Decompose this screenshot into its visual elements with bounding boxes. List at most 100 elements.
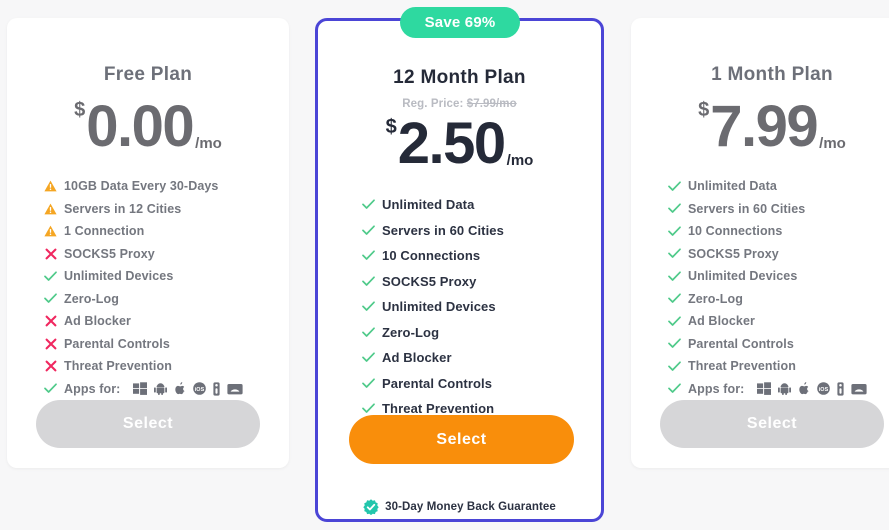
- feature-item: 10 Connections: [361, 243, 601, 269]
- feature-list: Unlimited Data Servers in 60 Cities 10 C…: [631, 175, 889, 400]
- check-icon: [361, 249, 376, 263]
- check-icon: [361, 351, 376, 365]
- ios-icon: iOS: [193, 382, 207, 396]
- feature-item: Unlimited Devices: [667, 265, 889, 288]
- currency-symbol: $: [74, 99, 86, 121]
- feature-label: Unlimited Devices: [688, 269, 798, 284]
- price-period: /mo: [819, 135, 846, 152]
- feature-item: 10 Connections: [667, 220, 889, 243]
- guarantee-seal-icon: [363, 499, 379, 515]
- warning-icon: [43, 224, 58, 238]
- platform-icons: iOS: [750, 382, 868, 396]
- check-icon: [667, 359, 682, 373]
- feature-label: 10 Connections: [688, 224, 783, 239]
- regular-price: Reg. Price: $7.99/mo: [318, 98, 601, 110]
- router-icon: [227, 383, 244, 395]
- platform-icons: iOS: [126, 382, 244, 396]
- money-back-guarantee: 30-Day Money Back Guarantee: [318, 499, 601, 515]
- plan-title: Free Plan: [103, 64, 193, 85]
- regular-price-label: Reg. Price:: [402, 98, 467, 110]
- check-icon: [667, 337, 682, 351]
- plan-title: 12 Month Plan: [393, 67, 526, 88]
- check-icon: [667, 247, 682, 261]
- price-amount: 0.00: [86, 94, 194, 159]
- plan-title: 1 Month Plan: [711, 64, 833, 85]
- feature-item: Zero-Log: [667, 288, 889, 311]
- check-icon: [43, 382, 58, 396]
- feature-item: Threat Prevention: [667, 355, 889, 378]
- currency-symbol: $: [385, 116, 397, 138]
- firestick-icon: [213, 382, 221, 396]
- feature-item: Parental Controls: [43, 333, 289, 356]
- feature-item: Ad Blocker: [361, 345, 601, 371]
- feature-item: 10GB Data Every 30-Days: [43, 175, 289, 198]
- price-amount: 2.50: [397, 111, 506, 176]
- select-button[interactable]: Select: [36, 400, 260, 448]
- cross-icon: [43, 359, 58, 373]
- plan-card-1-month-plan[interactable]: 1 Month Plan $ 7.99 /mo Unlimited Data S…: [631, 18, 889, 468]
- warning-icon: [43, 202, 58, 216]
- feature-label: Servers in 60 Cities: [382, 222, 504, 238]
- plan-card-12-month-plan[interactable]: 12 Month Plan Reg. Price: $7.99/mo $ 2.5…: [315, 18, 604, 522]
- apple-icon: [174, 382, 186, 395]
- apps-for-label: Apps for:: [688, 381, 745, 396]
- feature-item: Unlimited Devices: [43, 265, 289, 288]
- svg-text:iOS: iOS: [195, 387, 205, 393]
- regular-price-value: $7.99/mo: [466, 98, 517, 110]
- feature-list: Unlimited Data Servers in 60 Cities 10 C…: [318, 192, 601, 447]
- android-icon: [154, 382, 168, 396]
- feature-label: Ad Blocker: [382, 350, 452, 366]
- feature-label: Servers in 60 Cities: [688, 201, 806, 216]
- warning-icon: [43, 179, 58, 193]
- guarantee-label: 30-Day Money Back Guarantee: [385, 501, 556, 513]
- feature-item: 1 Connection: [43, 220, 289, 243]
- feature-label: Parental Controls: [688, 336, 794, 351]
- feature-item: Unlimited Devices: [361, 294, 601, 320]
- apps-for-label: Apps for:: [64, 381, 121, 396]
- check-icon: [43, 292, 58, 306]
- feature-label: 10GB Data Every 30-Days: [64, 179, 219, 194]
- check-icon: [361, 198, 376, 212]
- feature-item: SOCKS5 Proxy: [43, 243, 289, 266]
- feature-label: Unlimited Devices: [382, 299, 496, 315]
- check-icon: [667, 382, 682, 396]
- feature-label: SOCKS5 Proxy: [382, 273, 477, 289]
- select-button[interactable]: Select: [660, 400, 884, 448]
- feature-label: Unlimited Data: [688, 179, 777, 194]
- price-period: /mo: [195, 135, 222, 152]
- plan-card-free-plan[interactable]: Free Plan $ 0.00 /mo 10GB Data Every 30-…: [7, 18, 289, 468]
- feature-label: Threat Prevention: [64, 359, 172, 374]
- price-amount: 7.99: [710, 94, 818, 159]
- plan-price: $ 0.00 /mo: [7, 98, 289, 156]
- check-icon: [361, 376, 376, 390]
- feature-item: Zero-Log: [361, 320, 601, 346]
- feature-label: Unlimited Data: [382, 197, 475, 213]
- feature-label: 1 Connection: [64, 224, 145, 239]
- currency-symbol: $: [698, 99, 710, 121]
- feature-label: Parental Controls: [64, 336, 170, 351]
- feature-item: Unlimited Data: [361, 192, 601, 218]
- check-icon: [361, 300, 376, 314]
- cross-icon: [43, 247, 58, 261]
- select-button[interactable]: Select: [349, 415, 574, 464]
- windows-icon: [757, 382, 772, 396]
- check-icon: [667, 269, 682, 283]
- feature-label: Ad Blocker: [64, 314, 131, 329]
- check-icon: [43, 269, 58, 283]
- apps-for-row: Apps for: iOS: [43, 378, 289, 401]
- feature-label: Threat Prevention: [382, 401, 495, 417]
- feature-label: 10 Connections: [382, 248, 481, 264]
- feature-item: Threat Prevention: [43, 355, 289, 378]
- feature-label: Parental Controls: [382, 375, 493, 391]
- apple-icon: [798, 382, 810, 395]
- check-icon: [667, 224, 682, 238]
- feature-label: Servers in 12 Cities: [64, 201, 182, 216]
- feature-item: Servers in 60 Cities: [667, 198, 889, 221]
- svg-text:iOS: iOS: [819, 387, 829, 393]
- cross-icon: [43, 314, 58, 328]
- feature-item: Unlimited Data: [667, 175, 889, 198]
- windows-icon: [133, 382, 148, 396]
- pricing-plans-board: Free Plan $ 0.00 /mo 10GB Data Every 30-…: [0, 0, 889, 530]
- plan-price: $ 2.50 /mo: [318, 115, 601, 173]
- feature-list: 10GB Data Every 30-Days Servers in 12 Ci…: [7, 175, 289, 400]
